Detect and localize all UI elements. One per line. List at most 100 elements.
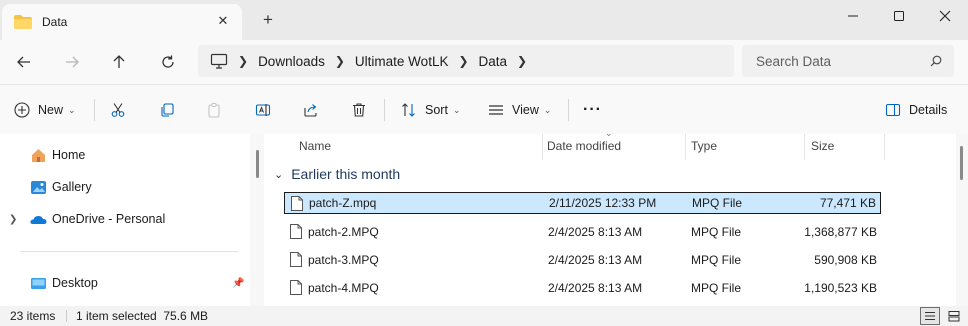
sidebar-item-home[interactable]: Home (0, 141, 250, 169)
onedrive-icon (30, 215, 47, 224)
close-icon (939, 10, 951, 22)
group-header[interactable]: ⌄ Earlier this month (274, 166, 400, 182)
share-button[interactable] (303, 95, 319, 125)
divider (568, 99, 569, 121)
sidebar-item-desktop[interactable]: Desktop 📌 (0, 269, 250, 297)
file-icon (291, 196, 303, 211)
sidebar-item-label: Desktop (52, 276, 98, 290)
item-count: 23 items (10, 309, 56, 323)
details-pane-button[interactable]: Details (885, 95, 947, 125)
file-icon (290, 252, 302, 267)
rename-icon (255, 104, 271, 116)
rename-button[interactable] (255, 95, 271, 125)
minimize-button[interactable] (830, 2, 876, 30)
chevron-right-icon: ❯ (238, 54, 249, 68)
search-placeholder: Search Data (756, 53, 832, 69)
forward-button[interactable] (58, 48, 86, 76)
column-header-size[interactable]: Size (811, 134, 834, 158)
cut-button[interactable] (110, 95, 126, 125)
file-row[interactable]: patch-Z.mpq 2/11/2025 12:33 PM MPQ File … (284, 192, 881, 214)
file-row[interactable]: patch-3.MPQ 2/4/2025 8:13 AM MPQ File 59… (284, 249, 881, 271)
computer-icon (210, 53, 228, 69)
file-list-scrollbar[interactable] (956, 134, 968, 306)
chevron-down-icon: ⌄ (543, 104, 552, 115)
breadcrumb-downloads[interactable]: Downloads (258, 54, 325, 69)
column-header-date[interactable]: Date modified (547, 134, 621, 158)
chevron-right-icon[interactable]: ❯ (9, 214, 17, 225)
refresh-icon (162, 55, 174, 68)
divider[interactable] (685, 134, 686, 160)
divider[interactable] (542, 134, 543, 160)
arrow-left-icon (17, 56, 30, 68)
divider[interactable] (884, 134, 885, 160)
pin-icon: 📌 (232, 277, 245, 289)
chevron-down-icon: ⌄ (274, 168, 284, 181)
chevron-right-icon[interactable]: ❯ (458, 54, 468, 68)
sidebar-item-gallery[interactable]: Gallery (0, 173, 250, 201)
status-bar: 23 items 1 item selected 75.6 MB (0, 306, 968, 326)
divider (66, 310, 67, 322)
chevron-down-icon: ⌄ (68, 104, 76, 115)
maximize-icon (894, 11, 904, 21)
maximize-button[interactable] (876, 2, 922, 30)
file-row[interactable]: patch-2.MPQ 2/4/2025 8:13 AM MPQ File 1,… (284, 221, 881, 243)
paste-button[interactable] (206, 95, 222, 125)
divider (20, 251, 238, 252)
copy-button[interactable] (159, 95, 175, 125)
new-button[interactable]: New ⌄ (14, 95, 76, 125)
refresh-button[interactable] (154, 48, 182, 76)
tiles-view-toggle[interactable] (944, 307, 964, 325)
breadcrumb-data[interactable]: Data (479, 54, 508, 69)
file-size: 77,471 KB (819, 196, 876, 210)
command-bar: New ⌄ Sort ⌄ View ⌄ ··· Details (0, 84, 968, 134)
new-tab-button[interactable]: + (258, 10, 278, 30)
address-bar[interactable]: ❯ Downloads ❯ Ultimate WotLK ❯ Data ❯ (198, 45, 734, 77)
navigation-pane: Home Gallery ❯ OneDrive - Personal Deskt… (0, 134, 250, 306)
up-button[interactable] (105, 48, 133, 76)
divider (384, 99, 385, 121)
sidebar-item-onedrive[interactable]: ❯ OneDrive - Personal (0, 205, 250, 233)
file-date: 2/4/2025 8:13 AM (548, 225, 643, 239)
sort-icon (402, 103, 415, 117)
more-options-button[interactable]: ··· (583, 95, 602, 125)
minimize-icon (848, 15, 858, 17)
file-name: patch-Z.mpq (309, 196, 377, 210)
search-input[interactable]: Search Data (742, 45, 954, 77)
view-label: View (512, 103, 539, 117)
column-header-type[interactable]: Type (691, 134, 717, 158)
chevron-right-icon[interactable]: ❯ (335, 54, 345, 68)
desktop-icon (31, 277, 46, 289)
trash-icon (353, 103, 365, 117)
scrollbar-thumb[interactable] (960, 146, 963, 180)
window-tab[interactable]: Data ✕ (2, 4, 242, 40)
details-view-icon (925, 311, 935, 321)
column-header-name[interactable]: Name (299, 134, 331, 158)
gallery-icon (31, 180, 46, 194)
view-list-icon (489, 105, 503, 115)
tab-title: Data (42, 15, 68, 29)
plus-circle-icon (14, 102, 30, 118)
close-window-button[interactable] (922, 2, 968, 30)
folder-icon (14, 15, 32, 29)
navigation-scrollbar[interactable] (250, 134, 264, 306)
new-label: New (38, 103, 64, 117)
file-type: MPQ File (691, 281, 742, 295)
file-name: patch-2.MPQ (308, 225, 379, 239)
scrollbar-thumb[interactable] (256, 150, 259, 178)
details-pane-icon (885, 103, 901, 117)
details-view-toggle[interactable] (920, 307, 940, 325)
copy-icon (161, 103, 174, 117)
file-type: MPQ File (691, 225, 742, 239)
tab-close-button[interactable]: ✕ (216, 14, 230, 28)
main-area: Home Gallery ❯ OneDrive - Personal Deskt… (0, 128, 968, 306)
divider[interactable] (804, 134, 805, 160)
breadcrumb-ultimate-wotlk[interactable]: Ultimate WotLK (355, 54, 449, 69)
sort-button[interactable]: Sort ⌄ (401, 95, 460, 125)
back-button[interactable] (10, 48, 38, 76)
arrow-up-icon (113, 55, 125, 68)
view-button[interactable]: View ⌄ (488, 95, 551, 125)
file-row[interactable]: patch-4.MPQ 2/4/2025 8:13 AM MPQ File 1,… (284, 277, 881, 299)
share-icon (304, 104, 317, 117)
chevron-right-icon[interactable]: ❯ (517, 54, 527, 68)
delete-button[interactable] (351, 95, 367, 125)
